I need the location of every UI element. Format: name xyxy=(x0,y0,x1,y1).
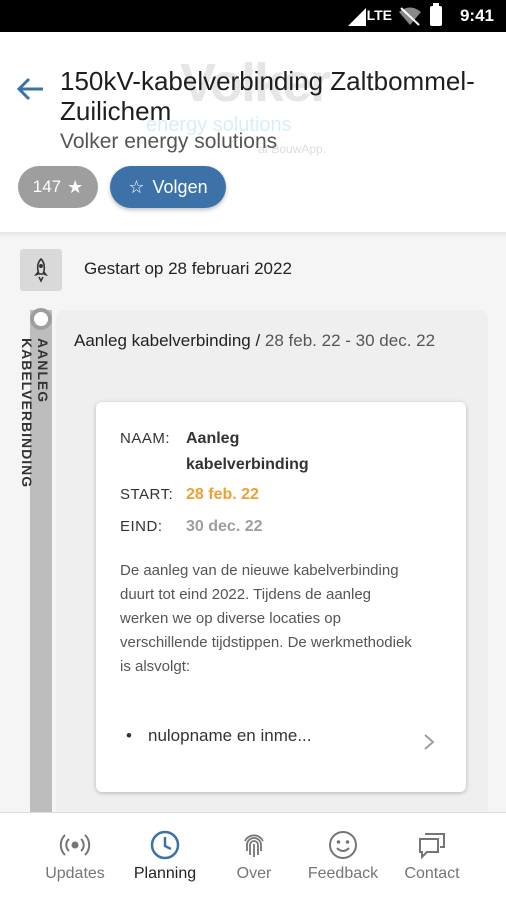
nav-planning[interactable]: Planning xyxy=(120,813,210,900)
phase-detail-card[interactable]: NAAM: Aanleg kabelverbinding START: 28 f… xyxy=(96,402,466,792)
chat-icon xyxy=(419,833,445,860)
nav-label-planning: Planning xyxy=(133,865,197,882)
follow-button[interactable]: ☆ Volgen xyxy=(110,166,226,208)
end-label: EIND: xyxy=(120,518,163,535)
battery-icon xyxy=(430,3,442,26)
end-value: 30 dec. 22 xyxy=(186,518,263,535)
bottom-navigation: Updates Planning Over Feedback Contact xyxy=(0,812,506,900)
arrow-left-icon[interactable] xyxy=(14,72,48,106)
phase-rail-label: AANLEG KABELVERBINDING xyxy=(19,338,51,489)
start-value: 28 feb. 22 xyxy=(186,486,259,503)
nav-label-updates: Updates xyxy=(45,865,105,882)
phase-description: De aanleg van de nieuwe kabelverbinding … xyxy=(120,562,412,675)
timeline-node xyxy=(30,308,52,330)
planning-timeline: Gestart op 28 februari 2022 AANLEG KABEL… xyxy=(0,232,506,812)
page-subtitle: Volker energy solutions xyxy=(60,130,278,153)
follow-label: Volgen xyxy=(152,176,208,197)
nav-contact[interactable]: Contact xyxy=(387,813,477,900)
signal-icon xyxy=(348,8,366,26)
smiley-icon xyxy=(329,831,357,859)
broadcast-icon xyxy=(59,834,91,856)
nav-label-contact: Contact xyxy=(404,865,460,882)
name-value: Aanleg kabelverbinding xyxy=(186,430,309,473)
clock-icon xyxy=(150,830,180,860)
start-label: START: xyxy=(120,486,174,503)
page-title: 150kV-kabelverbinding Zaltbommel-Zuilich… xyxy=(60,66,475,126)
follower-count: 147 xyxy=(32,177,62,196)
status-bar: LTE 9:41 xyxy=(0,0,506,32)
network-type: LTE xyxy=(366,7,392,23)
rocket-icon xyxy=(20,249,62,291)
phase-title: Aanleg kabelverbinding / 28 feb. 22 - 30… xyxy=(74,326,464,356)
project-header: Volker energy solutions at BouwApp. 150k… xyxy=(0,32,506,232)
clock-time: 9:41 xyxy=(459,6,494,25)
phase-name: Aanleg kabelverbinding / xyxy=(74,331,261,350)
chevron-right-icon[interactable] xyxy=(422,732,436,752)
follower-count-badge: 147 ★ xyxy=(18,166,98,208)
nav-updates[interactable]: Updates xyxy=(30,813,120,900)
star-filled-icon: ★ xyxy=(67,177,84,197)
phase-card: Aanleg kabelverbinding / 28 feb. 22 - 30… xyxy=(56,310,488,812)
star-outline-icon: ☆ xyxy=(128,177,145,197)
started-date: Gestart op 28 februari 2022 xyxy=(84,259,292,278)
nav-label-feedback: Feedback xyxy=(307,865,379,882)
nav-label-over: Over xyxy=(236,865,272,882)
nav-over[interactable]: Over xyxy=(209,813,299,900)
name-label: NAAM: xyxy=(120,430,171,447)
bullet-item: nulopname en inme... xyxy=(126,726,311,746)
fingerprint-icon xyxy=(244,834,264,857)
wifi-off-icon xyxy=(399,7,421,26)
nav-feedback[interactable]: Feedback xyxy=(298,813,388,900)
phase-dates: 28 feb. 22 - 30 dec. 22 xyxy=(264,331,436,350)
